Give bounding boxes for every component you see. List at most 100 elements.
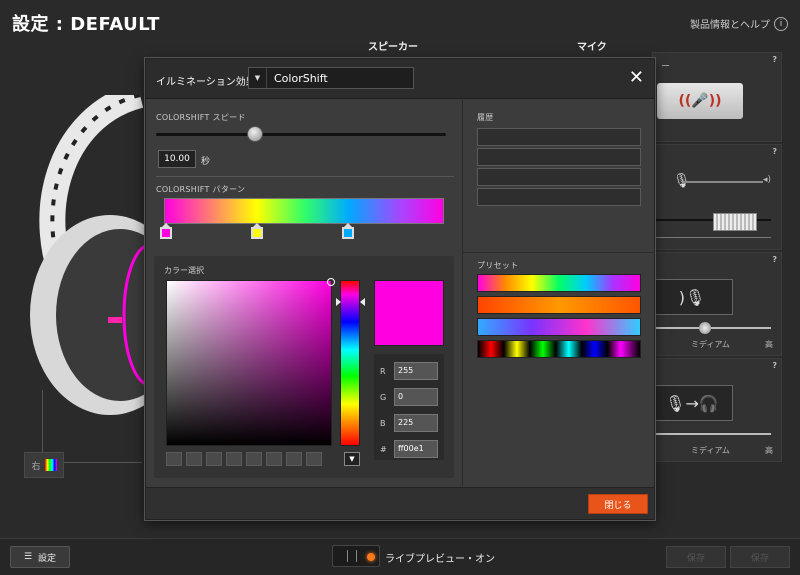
status-led-icon bbox=[367, 553, 375, 561]
mic-volume-slider[interactable] bbox=[683, 181, 763, 183]
history-label: 履歴 bbox=[477, 113, 494, 122]
dialog-left-column: COLORSHIFT スピード 10.00 秒 COLORSHIFT パターン … bbox=[146, 100, 462, 486]
save-as-button[interactable]: 保存 bbox=[730, 546, 790, 568]
mic-gain-knob[interactable] bbox=[713, 213, 757, 231]
preset-strobe[interactable] bbox=[477, 340, 641, 358]
dialog-footer: 閉じる bbox=[146, 487, 654, 519]
settings-label: 設定 bbox=[38, 553, 57, 564]
preset-label: プリセット bbox=[477, 261, 519, 270]
tab-speaker[interactable]: スピーカー bbox=[368, 38, 418, 53]
sidetone-icon: )🎙 bbox=[678, 287, 706, 307]
info-icon: i bbox=[774, 16, 788, 31]
color-select-label: カラー選択 bbox=[164, 266, 204, 275]
divider bbox=[653, 237, 771, 238]
speed-unit-label: 秒 bbox=[201, 157, 211, 167]
rgb-row-b: B 225 bbox=[380, 414, 438, 432]
speed-slider-knob[interactable] bbox=[247, 126, 263, 142]
pattern-gradient-bar[interactable] bbox=[164, 198, 444, 224]
rgb-row-g: G 0 bbox=[380, 388, 438, 406]
preset-rainbow[interactable] bbox=[477, 274, 641, 292]
custom-swatch[interactable] bbox=[246, 452, 262, 466]
hex-label: # bbox=[380, 444, 387, 454]
right-channel-button[interactable]: 右 bbox=[24, 452, 64, 478]
mic-to-headphone-icon: 🎙→🎧 bbox=[665, 393, 719, 413]
g-input[interactable]: 0 bbox=[394, 388, 438, 406]
help-icon[interactable]: ? bbox=[772, 361, 777, 370]
level-medium-label: ミディアム bbox=[691, 446, 730, 455]
saturation-value-picker[interactable] bbox=[166, 278, 335, 446]
help-icon[interactable]: ? bbox=[772, 147, 777, 156]
color-swatch-icon bbox=[44, 459, 57, 471]
picker-cursor[interactable] bbox=[327, 278, 335, 286]
chevron-down-icon[interactable]: ▼ bbox=[344, 452, 360, 466]
mic-volume-panel: ? 🎙 ◂) bbox=[652, 144, 782, 250]
r-label: R bbox=[380, 366, 386, 376]
help-icon[interactable]: ? bbox=[772, 55, 777, 64]
mic-panel-label: ー bbox=[661, 62, 671, 72]
custom-swatch[interactable] bbox=[306, 452, 322, 466]
speaker-icon: ◂) bbox=[763, 175, 772, 185]
preset-cool[interactable] bbox=[477, 318, 641, 336]
custom-swatch[interactable] bbox=[166, 452, 182, 466]
close-button[interactable]: 閉じる bbox=[588, 494, 648, 514]
help-icon[interactable]: ? bbox=[772, 255, 777, 264]
live-preview-toggle[interactable] bbox=[332, 545, 380, 567]
history-slot[interactable] bbox=[477, 188, 641, 206]
dropdown-arrow-icon: ▼ bbox=[249, 68, 267, 88]
dialog-right-column: 履歴 プリセット bbox=[462, 100, 655, 486]
hue-slider[interactable] bbox=[340, 280, 360, 446]
list-icon: ☰ bbox=[23, 552, 33, 562]
rgb-fields: R 255 G 0 B 225 # ff00e1 bbox=[374, 354, 444, 460]
mic-live-button[interactable]: ((🎤)) bbox=[657, 83, 743, 119]
sidetone-slider[interactable] bbox=[653, 327, 771, 329]
r-input[interactable]: 255 bbox=[394, 362, 438, 380]
gradient-stop-swatch bbox=[342, 227, 354, 239]
effect-value: ColorShift bbox=[274, 71, 328, 85]
close-icon[interactable]: ✕ bbox=[629, 68, 644, 88]
settings-button[interactable]: ☰ 設定 bbox=[10, 546, 70, 568]
divider bbox=[156, 176, 454, 177]
divider bbox=[42, 390, 43, 460]
history-slot[interactable] bbox=[477, 128, 641, 146]
level-high-label: 高 bbox=[765, 446, 773, 455]
color-picker-panel: カラー選択 ▼ R 255 G 0 B 225 # ff00e1 bbox=[154, 256, 454, 478]
hex-input[interactable]: ff00e1 bbox=[394, 440, 438, 458]
help-link[interactable]: 製品情報とヘルプ i bbox=[690, 16, 788, 31]
save-button[interactable]: 保存 bbox=[666, 546, 726, 568]
hue-marker-left-icon[interactable] bbox=[336, 298, 341, 306]
speed-label: COLORSHIFT スピード bbox=[156, 113, 246, 122]
effect-label: イルミネーション効果 bbox=[156, 77, 256, 88]
custom-swatch[interactable] bbox=[186, 452, 202, 466]
gradient-stop-swatch bbox=[160, 227, 172, 239]
level-medium-label: ミディアム bbox=[691, 340, 730, 349]
speed-slider[interactable] bbox=[156, 133, 446, 136]
speed-input[interactable]: 10.00 bbox=[158, 150, 196, 168]
divider bbox=[463, 252, 655, 253]
page-title: 設定 : DEFAULT bbox=[12, 14, 160, 35]
hue-marker-right-icon[interactable] bbox=[360, 298, 365, 306]
history-slot[interactable] bbox=[477, 148, 641, 166]
monitor-slider[interactable] bbox=[653, 433, 771, 435]
b-label: B bbox=[380, 418, 386, 428]
preset-fire[interactable] bbox=[477, 296, 641, 314]
b-input[interactable]: 225 bbox=[394, 414, 438, 432]
rgb-row-r: R 255 bbox=[380, 362, 438, 380]
custom-swatch[interactable] bbox=[286, 452, 302, 466]
gradient-stop[interactable] bbox=[251, 223, 263, 241]
custom-swatch[interactable] bbox=[226, 452, 242, 466]
earcup-accent bbox=[108, 317, 122, 323]
history-slot[interactable] bbox=[477, 168, 641, 186]
gradient-stop[interactable] bbox=[160, 223, 172, 241]
sidetone-knob[interactable] bbox=[699, 322, 711, 334]
gradient-stop[interactable] bbox=[342, 223, 354, 241]
effect-dropdown[interactable]: ▼ ColorShift bbox=[248, 67, 414, 89]
monitor-icon-box[interactable]: 🎙→🎧 bbox=[651, 385, 733, 421]
gradient-stop-swatch bbox=[251, 227, 263, 239]
sidetone-icon-box[interactable]: )🎙 bbox=[651, 279, 733, 315]
custom-swatch[interactable] bbox=[206, 452, 222, 466]
help-label: 製品情報とヘルプ bbox=[690, 20, 770, 31]
custom-swatch-row bbox=[166, 452, 322, 466]
rgb-row-hex: # ff00e1 bbox=[380, 440, 438, 458]
tab-mic[interactable]: マイク bbox=[577, 38, 607, 53]
custom-swatch[interactable] bbox=[266, 452, 282, 466]
